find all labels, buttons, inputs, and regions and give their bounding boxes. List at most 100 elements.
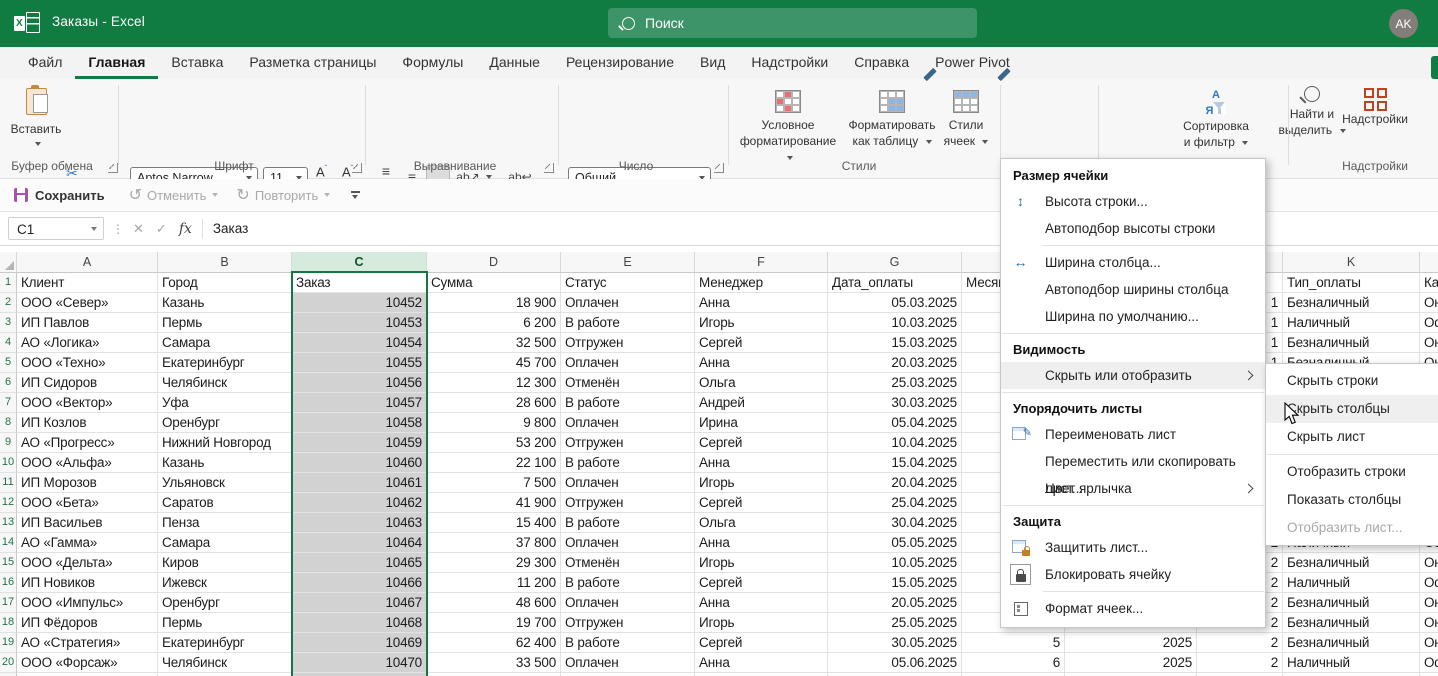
cell[interactable]: 10456 [292, 373, 427, 393]
cell[interactable]: Челябинск [158, 373, 292, 393]
cell[interactable]: Отгружен [561, 333, 695, 353]
row-header-4[interactable]: 4 [0, 333, 17, 353]
cell[interactable]: Безналичный [1283, 593, 1420, 613]
cell[interactable]: Оплачен [561, 653, 695, 673]
format-menu-item[interactable]: Автоподбор ширины столбца [1001, 276, 1265, 303]
cell[interactable]: 22 100 [427, 453, 561, 473]
search-box[interactable]: Поиск [608, 8, 977, 38]
column-header-L[interactable]: L [1420, 252, 1438, 273]
cell[interactable]: Заказ [292, 273, 427, 293]
cell[interactable]: Оплачен [561, 533, 695, 553]
cell[interactable]: Онлайн [1420, 613, 1438, 633]
cell[interactable]: Анна [695, 453, 828, 473]
cell[interactable]: 2 [1197, 653, 1283, 673]
cell[interactable]: ИП Морозов [17, 473, 158, 493]
cell[interactable]: 6 200 [427, 313, 561, 333]
cell[interactable]: 7 500 [427, 473, 561, 493]
avatar[interactable]: AK [1389, 9, 1418, 38]
cell[interactable]: ИП Новиков [17, 573, 158, 593]
cell[interactable]: ООО «Техно» [17, 353, 158, 373]
submenu-item[interactable]: Отобразить строки [1266, 458, 1438, 486]
format-menu-item[interactable]: ↕Высота строки... [1001, 188, 1265, 215]
cell[interactable]: Нижний Новгород [158, 433, 292, 453]
cell[interactable]: Самара [158, 533, 292, 553]
cell[interactable]: 41 900 [427, 493, 561, 513]
insert-function-icon[interactable]: fx [179, 221, 192, 237]
save-button[interactable]: Сохранить [35, 188, 105, 203]
cell[interactable]: Город [158, 273, 292, 293]
cell[interactable]: 10.05.2025 [828, 553, 962, 573]
format-menu-item[interactable]: Цвет ярлычка [1001, 475, 1265, 502]
cell[interactable]: Самара [158, 333, 292, 353]
row-header-8[interactable]: 8 [0, 413, 17, 433]
cell-styles-button[interactable]: Стилиячеек [938, 86, 994, 149]
cell[interactable]: 10460 [292, 453, 427, 473]
column-header-D[interactable]: D [427, 252, 561, 273]
cell[interactable]: Дата_оплаты [828, 273, 962, 293]
cell[interactable]: Сумма [427, 273, 561, 293]
cell[interactable]: ООО «Импульс» [17, 593, 158, 613]
cell[interactable]: 30.05.2025 [828, 633, 962, 653]
cell[interactable]: 25.05.2025 [828, 613, 962, 633]
submenu-item[interactable]: Скрыть строки [1266, 367, 1438, 395]
cell[interactable]: Канал [1420, 273, 1438, 293]
addins-button[interactable]: Надстройки [1330, 86, 1420, 127]
cell[interactable]: Оплачен [561, 413, 695, 433]
cell[interactable]: В работе [561, 573, 695, 593]
column-header-C[interactable]: C [292, 252, 427, 273]
cell[interactable]: Оплачен [561, 293, 695, 313]
cell[interactable]: В работе [561, 453, 695, 473]
ribbon-tab[interactable]: Справка [841, 47, 922, 79]
cell[interactable]: Казань [158, 293, 292, 313]
select-all-corner[interactable] [0, 252, 17, 273]
cell[interactable]: Онлайн [1420, 293, 1438, 313]
cell[interactable]: 37 800 [427, 533, 561, 553]
row-header-18[interactable]: 18 [0, 613, 17, 633]
name-box[interactable]: C1 [8, 217, 104, 240]
column-header-E[interactable]: E [561, 252, 695, 273]
cell[interactable]: Онлайн [1420, 633, 1438, 653]
cell[interactable]: Наличный [1283, 573, 1420, 593]
cell[interactable]: Оренбург [158, 593, 292, 613]
cell[interactable]: Безналичный [1283, 633, 1420, 653]
dialog-launcher-icon[interactable] [352, 163, 362, 173]
cell[interactable]: Тип_оплаты [1283, 273, 1420, 293]
cell[interactable]: Сергей [695, 493, 828, 513]
cell[interactable]: 53 200 [427, 433, 561, 453]
cell[interactable]: 10457 [292, 393, 427, 413]
cell[interactable]: 33 500 [427, 653, 561, 673]
cell[interactable]: 10459 [292, 433, 427, 453]
cell[interactable]: Анна [695, 293, 828, 313]
cell[interactable]: ООО «Форсаж» [17, 653, 158, 673]
cell[interactable]: 10458 [292, 413, 427, 433]
cell[interactable]: Менеджер [695, 273, 828, 293]
cell[interactable]: 10455 [292, 353, 427, 373]
cell[interactable]: 2025 [1065, 653, 1197, 673]
cell[interactable]: Анна [695, 353, 828, 373]
cell[interactable]: ООО «Вектор» [17, 393, 158, 413]
cell[interactable]: Оренбург [158, 413, 292, 433]
cell[interactable]: ООО «Север» [17, 293, 158, 313]
format-menu-item[interactable]: Скрыть или отобразить [1001, 362, 1265, 389]
redo-chevron-icon[interactable] [324, 193, 330, 197]
cell[interactable]: Игорь [695, 473, 828, 493]
cell[interactable]: Ижевск [158, 573, 292, 593]
row-header-5[interactable]: 5 [0, 353, 17, 373]
cell[interactable]: Отменён [561, 553, 695, 573]
row-header-11[interactable]: 11 [0, 473, 17, 493]
cell[interactable]: 28 600 [427, 393, 561, 413]
column-header-G[interactable]: G [828, 252, 962, 273]
cell[interactable]: 2025 [1065, 633, 1197, 653]
format-menu-item[interactable]: Переместить или скопировать лист... [1001, 448, 1265, 475]
cell[interactable]: 10452 [292, 293, 427, 313]
ribbon-tab[interactable]: Рецензирование [553, 47, 687, 79]
row-header-19[interactable]: 19 [0, 633, 17, 653]
cell[interactable]: 9 800 [427, 413, 561, 433]
cell[interactable]: АО «Гамма» [17, 533, 158, 553]
cell[interactable]: Екатеринбург [158, 353, 292, 373]
customize-qat-icon[interactable] [350, 190, 362, 200]
cell[interactable]: 20.05.2025 [828, 593, 962, 613]
cell[interactable]: 15 400 [427, 513, 561, 533]
cell[interactable]: В работе [561, 513, 695, 533]
namebox-splitter[interactable]: ⋮ [112, 222, 125, 236]
